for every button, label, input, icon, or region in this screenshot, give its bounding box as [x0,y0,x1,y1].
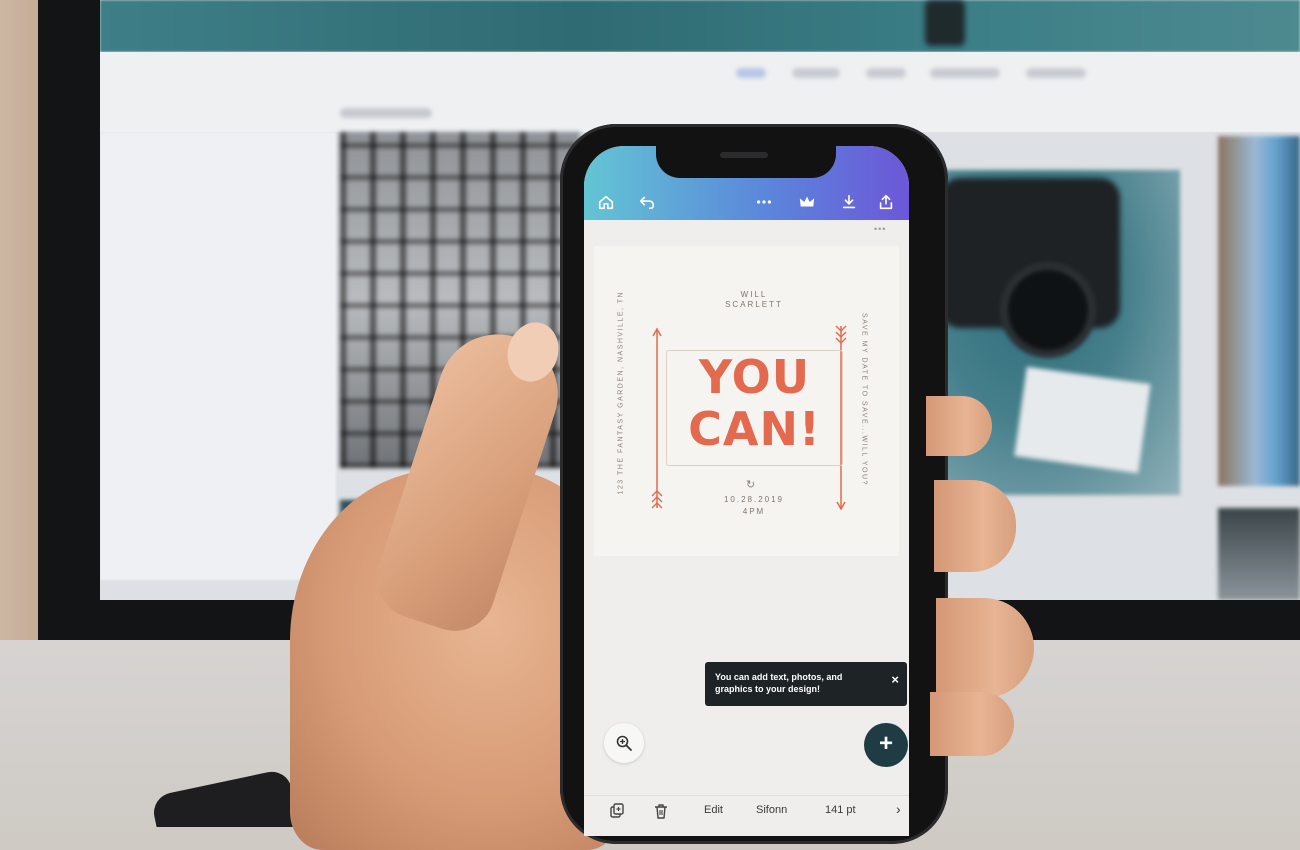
home-icon[interactable] [596,192,616,212]
phone-speaker [720,152,768,158]
page-options-icon[interactable]: ••• [874,224,886,234]
edit-button[interactable]: Edit [704,804,723,816]
add-elements-tooltip: You can add text, photos, and graphics t… [705,662,907,706]
index-finger [926,396,992,456]
camera-lens [1000,262,1096,358]
invitation-design[interactable]: WILL SCARLETT 123 THE FANTASY GARDEN, NA… [594,246,899,556]
couple-names[interactable]: WILL SCARLETT [694,290,814,310]
headline-line-1: YOU [698,350,811,404]
nav-link-blurred [792,68,840,78]
chevron-right-icon[interactable]: › [896,801,901,817]
tooltip-text: You can add text, photos, and graphics t… [715,672,843,694]
hero-figure [925,0,965,46]
headline-text-box[interactable]: YOU CAN! [666,350,843,466]
save-date-vertical[interactable]: SAVE MY DATE TO SAVE...WILL YOU? [861,305,868,495]
add-element-button[interactable]: + [864,723,908,767]
middle-finger [934,480,1016,572]
event-date-time[interactable]: 10.28.2019 4PM [694,494,814,518]
close-icon[interactable]: × [891,673,899,686]
trash-icon[interactable] [652,802,670,820]
download-icon[interactable] [839,192,859,212]
nav-link-blurred [930,68,1000,78]
rotate-handle-icon[interactable]: ↻ [746,478,755,491]
nav-link-blurred [1026,68,1086,78]
street-photo [1218,508,1300,600]
undo-icon[interactable] [637,192,657,212]
crown-icon[interactable] [797,192,817,212]
font-selector[interactable]: Sifonn [756,804,787,816]
font-size-selector[interactable]: 141 pt [825,804,856,816]
phone-screen: ••• WILL SCARLETT 123 THE FANTASY GARDEN… [584,146,909,836]
editor-bottom-toolbar: Edit Sifonn 141 pt › [584,795,909,836]
nav-link-blurred [866,68,906,78]
share-icon[interactable] [876,192,896,212]
little-finger [930,692,1014,756]
website-hero-image [100,0,1300,52]
duplicate-icon[interactable] [608,802,626,820]
website-nav-bar [100,52,1300,132]
zoom-button[interactable] [604,723,644,763]
venue-address-vertical[interactable]: 123 THE FANTASY GARDEN, NASHVILLE, TN [618,291,625,495]
up-arrow-decoration [651,327,663,509]
more-icon[interactable] [754,192,774,212]
person-photo [1218,136,1300,486]
website-sidebar [100,132,336,580]
headline-line-2: CAN! [688,402,821,456]
design-canvas-area[interactable]: ••• WILL SCARLETT 123 THE FANTASY GARDEN… [584,220,909,795]
ring-finger [936,598,1034,698]
section-heading-blurred [340,108,432,118]
nav-link-blurred [736,68,766,78]
polaroid-photo [1014,366,1151,474]
zoom-in-icon [616,735,632,751]
